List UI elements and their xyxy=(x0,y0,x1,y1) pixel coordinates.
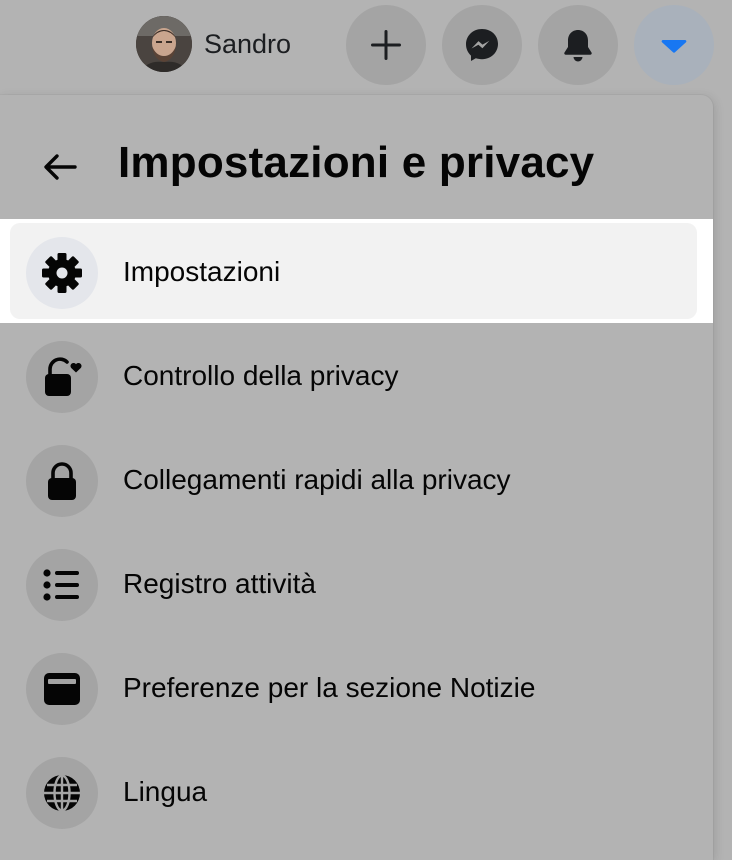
menu-item-label: Registro attività xyxy=(123,568,316,599)
settings-menu: Impostazioni Controllo della privacy Col… xyxy=(0,219,713,843)
panel-header: Impostazioni e privacy xyxy=(0,123,713,203)
menu-item-privacy-shortcuts[interactable]: Collegamenti rapidi alla privacy xyxy=(0,427,713,531)
panel-title: Impostazioni e privacy xyxy=(118,138,595,187)
messenger-button[interactable] xyxy=(442,5,522,85)
arrow-left-icon xyxy=(44,154,77,180)
bell-icon xyxy=(564,30,592,62)
back-button[interactable] xyxy=(28,135,92,199)
account-menu-button[interactable] xyxy=(634,5,714,85)
lock-heart-icon xyxy=(45,357,82,396)
profile-name: Sandro xyxy=(204,28,292,59)
menu-icon-circle xyxy=(26,341,98,413)
menu-item-news-feed-preferences[interactable]: Preferenze per la sezione Notizie xyxy=(0,635,713,739)
menu-item-settings[interactable]: Impostazioni xyxy=(0,219,713,323)
globe-icon xyxy=(44,774,80,812)
avatar xyxy=(136,16,192,72)
menu-item-activity-log[interactable]: Registro attività xyxy=(0,531,713,635)
menu-item-highlight xyxy=(10,223,697,319)
settings-privacy-panel: Impostazioni e privacy Impostazioni Cont… xyxy=(0,95,713,860)
news-feed-icon xyxy=(44,673,80,705)
menu-icon-circle xyxy=(26,549,98,621)
menu-icon-circle xyxy=(26,757,98,829)
menu-icon-circle xyxy=(26,445,98,517)
create-button[interactable] xyxy=(346,5,426,85)
menu-item-language[interactable]: Lingua xyxy=(0,739,713,843)
menu-icon-circle xyxy=(26,237,98,309)
plus-icon xyxy=(371,30,401,60)
menu-item-label: Impostazioni xyxy=(123,256,281,287)
menu-item-label: Preferenze per la sezione Notizie xyxy=(123,672,536,703)
menu-item-label: Controllo della privacy xyxy=(123,360,399,391)
top-navigation-bar: Sandro xyxy=(0,0,732,95)
notifications-button[interactable] xyxy=(538,5,618,85)
caret-down-icon xyxy=(661,40,687,53)
profile-shortcut[interactable]: Sandro xyxy=(136,16,291,72)
menu-item-label: Lingua xyxy=(123,776,208,807)
messenger-icon xyxy=(466,29,498,61)
menu-icon-circle xyxy=(26,653,98,725)
menu-item-label: Collegamenti rapidi alla privacy xyxy=(123,464,511,495)
gear-icon xyxy=(42,253,82,293)
lock-icon xyxy=(48,462,76,500)
menu-item-privacy-checkup[interactable]: Controllo della privacy xyxy=(0,323,713,427)
list-icon xyxy=(43,569,79,601)
